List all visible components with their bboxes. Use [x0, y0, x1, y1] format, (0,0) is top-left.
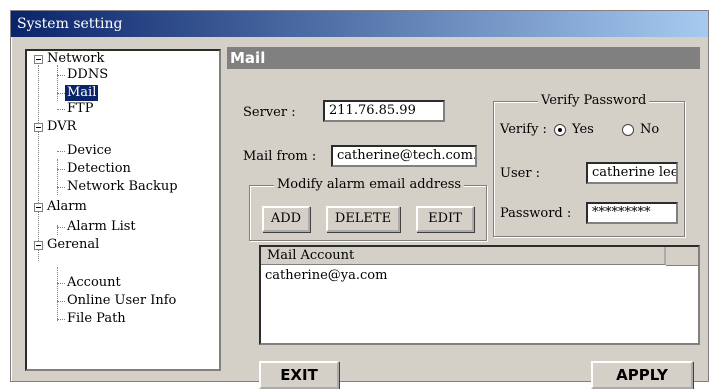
- modify-alarm-email-group: Modify alarm email address ADD DELETE ED…: [249, 177, 487, 241]
- server-input[interactable]: 211.76.85.99: [323, 100, 445, 122]
- list-header-filler: [666, 247, 698, 266]
- tree-connector: [38, 65, 39, 261]
- verify-yes-radio[interactable]: [554, 124, 566, 136]
- tree-item-ddns[interactable]: DDNS: [67, 67, 108, 83]
- mail-account-list[interactable]: Mail Account catherine@ya.com: [259, 245, 700, 345]
- verify-label: Verify :: [500, 122, 547, 137]
- tree-item-file-path[interactable]: File Path: [67, 311, 126, 327]
- mail-panel: Mail Server : 211.76.85.99 Mail from : c…: [227, 47, 700, 389]
- tree-item-alarm[interactable]: Alarm: [47, 199, 87, 215]
- tree-connector: [57, 75, 65, 76]
- tree-connector: [57, 283, 65, 284]
- verify-group-title: Verify Password: [538, 93, 650, 108]
- verify-no-radio[interactable]: [622, 124, 634, 136]
- tree-item-general[interactable]: Gerenal: [47, 237, 99, 253]
- tree-connector: [57, 267, 58, 321]
- verify-no-label[interactable]: No: [640, 122, 659, 137]
- tree-connector: [57, 169, 65, 170]
- tree-connector: [57, 319, 65, 320]
- collapse-alarm-icon[interactable]: [34, 203, 43, 212]
- delete-button[interactable]: DELETE: [326, 206, 400, 232]
- add-button[interactable]: ADD: [262, 206, 310, 232]
- modify-group-title: Modify alarm email address: [274, 177, 465, 192]
- verify-yes-label[interactable]: Yes: [572, 122, 594, 137]
- mail-account-column-header[interactable]: Mail Account: [261, 247, 666, 265]
- collapse-network-icon[interactable]: [34, 55, 43, 64]
- collapse-dvr-icon[interactable]: [34, 123, 43, 132]
- tree-item-device[interactable]: Device: [67, 143, 112, 159]
- verify-password-group: Verify Password Verify : Yes No User : c…: [493, 93, 685, 237]
- settings-tree: Network DDNS Mail FTP DVR Device Detecti…: [25, 49, 221, 371]
- mail-from-input[interactable]: catherine@tech.com.t: [331, 145, 477, 167]
- tree-connector: [57, 151, 65, 152]
- tree-item-online-user-info[interactable]: Online User Info: [67, 293, 176, 309]
- mail-from-label: Mail from :: [243, 149, 317, 164]
- system-setting-window: System setting Network DDNS Mail FTP DVR…: [10, 10, 709, 389]
- list-item[interactable]: catherine@ya.com: [265, 268, 387, 283]
- tree-connector: [57, 109, 65, 110]
- tree-connector: [57, 159, 58, 195]
- tree-item-detection[interactable]: Detection: [67, 161, 131, 177]
- tree-item-mail[interactable]: Mail: [65, 85, 99, 101]
- window-title: System setting: [11, 11, 708, 37]
- tree-item-dvr[interactable]: DVR: [47, 119, 76, 135]
- user-label: User :: [500, 166, 541, 181]
- exit-button[interactable]: EXIT: [259, 361, 339, 389]
- tree-item-network[interactable]: Network: [47, 51, 104, 67]
- server-label: Server :: [243, 105, 296, 120]
- user-input[interactable]: catherine lee: [586, 162, 678, 184]
- tree-connector: [57, 301, 65, 302]
- tree-item-alarm-list[interactable]: Alarm List: [67, 219, 136, 235]
- collapse-general-icon[interactable]: [34, 241, 43, 250]
- tree-connector: [57, 93, 65, 94]
- panel-title: Mail: [227, 47, 700, 69]
- tree-connector: [57, 187, 65, 188]
- tree-connector: [57, 65, 58, 101]
- tree-item-ftp[interactable]: FTP: [67, 101, 93, 117]
- password-label: Password :: [500, 206, 572, 221]
- tree-item-account[interactable]: Account: [67, 275, 121, 291]
- tree-connector: [57, 227, 65, 228]
- tree-item-network-backup[interactable]: Network Backup: [67, 179, 178, 195]
- apply-button[interactable]: APPLY: [591, 361, 693, 389]
- edit-button[interactable]: EDIT: [416, 206, 474, 232]
- password-input[interactable]: *********: [586, 202, 678, 224]
